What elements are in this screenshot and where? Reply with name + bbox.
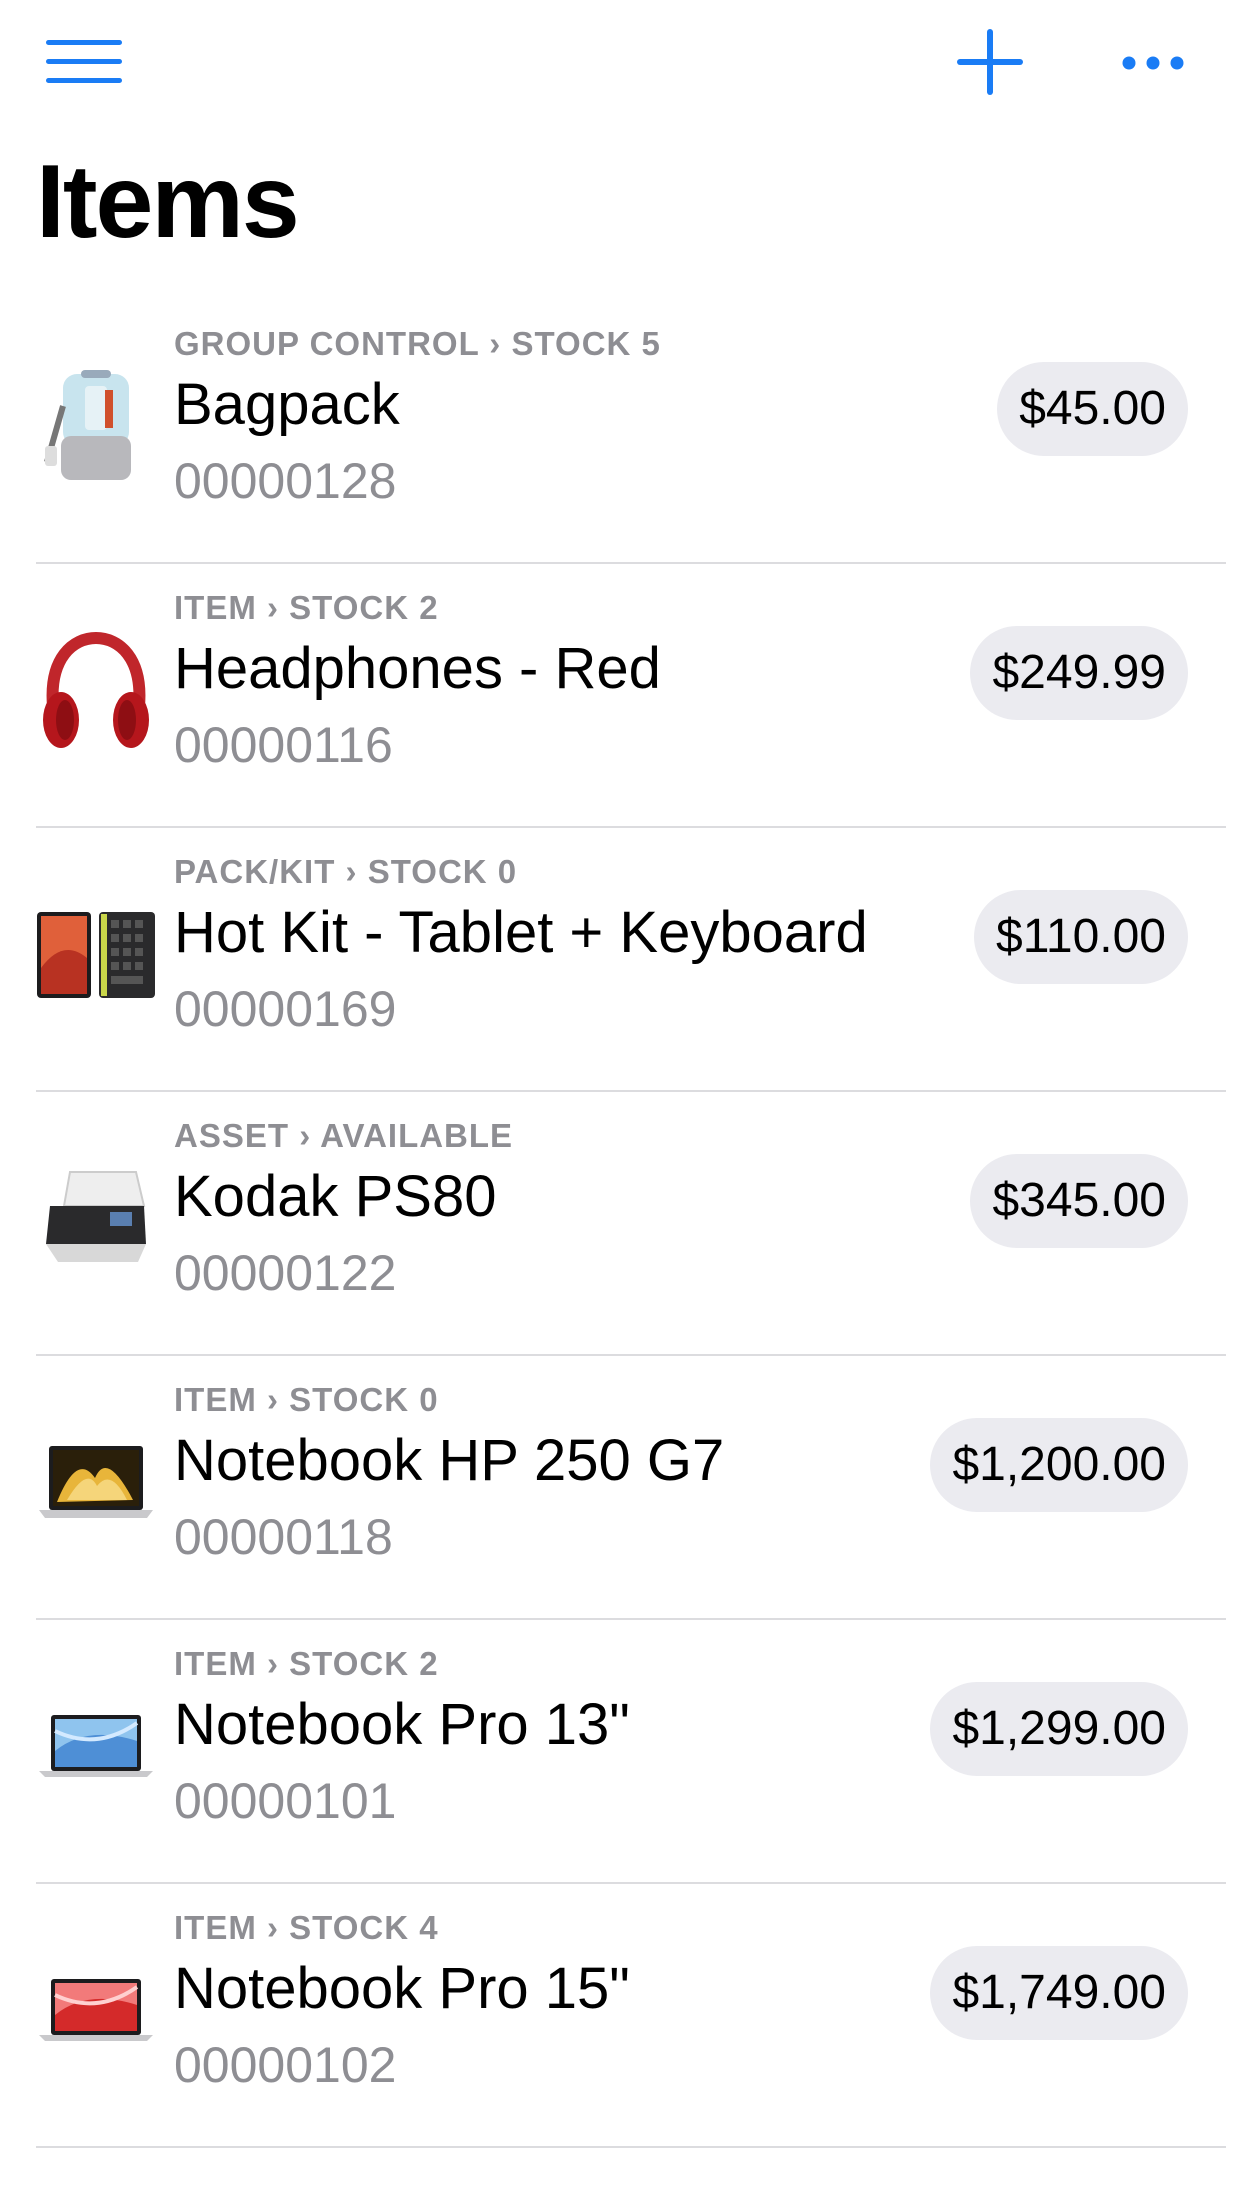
list-item[interactable]: PACK/KIT › STOCK 0 Hot Kit - Tablet + Ke… xyxy=(0,828,1242,1092)
item-thumbnail xyxy=(34,1944,158,2076)
item-category: GROUP CONTROL › STOCK 5 xyxy=(174,325,661,362)
item-name: Headphones - Red xyxy=(174,636,661,701)
more-options-button[interactable] xyxy=(1110,30,1196,96)
item-category: ASSET › AVAILABLE xyxy=(174,1117,514,1154)
backpack-image xyxy=(44,370,131,480)
price-badge: $249.99 xyxy=(970,626,1188,720)
list-item[interactable]: ITEM › STOCK 2 Headphones - Red 00000116… xyxy=(0,564,1242,828)
menu-button[interactable] xyxy=(36,24,132,100)
item-thumbnail xyxy=(34,888,158,1020)
price-badge: $1,200.00 xyxy=(930,1418,1188,1512)
items-list: GROUP CONTROL › STOCK 5 Bagpack 00000128… xyxy=(0,300,1242,2148)
item-category: ITEM › STOCK 4 xyxy=(174,1909,439,1946)
gold-laptop-image xyxy=(39,1446,153,1518)
list-item[interactable]: ITEM › STOCK 4 Notebook Pro 15" 00000102… xyxy=(0,1884,1242,2148)
ellipsis-icon xyxy=(1122,56,1184,70)
blue-laptop-image xyxy=(39,1715,153,1777)
price-badge: $110.00 xyxy=(974,890,1188,984)
item-thumbnail xyxy=(34,1416,158,1548)
item-category: ITEM › STOCK 0 xyxy=(174,1381,439,1418)
item-thumbnail xyxy=(34,360,158,492)
list-item[interactable]: GROUP CONTROL › STOCK 5 Bagpack 00000128… xyxy=(0,300,1242,564)
price-badge: $1,299.00 xyxy=(930,1682,1188,1776)
item-code: 00000102 xyxy=(174,2037,397,2093)
item-name: Notebook Pro 15" xyxy=(174,1956,630,2021)
price-badge: $45.00 xyxy=(997,362,1188,456)
price-badge: $1,749.00 xyxy=(930,1946,1188,2040)
list-item[interactable]: ITEM › STOCK 0 Notebook HP 250 G7 000001… xyxy=(0,1356,1242,1620)
item-code: 00000118 xyxy=(174,1509,393,1565)
item-name: Bagpack xyxy=(174,372,400,437)
item-code: 00000122 xyxy=(174,1245,397,1301)
list-item[interactable]: ASSET › AVAILABLE Kodak PS80 00000122 $3… xyxy=(0,1092,1242,1356)
red-headphones-image xyxy=(43,631,149,748)
item-name: Notebook HP 250 G7 xyxy=(174,1428,725,1493)
tablet-keyboard-image xyxy=(37,912,155,998)
item-thumbnail xyxy=(34,1152,158,1284)
item-code: 00000101 xyxy=(174,1773,397,1829)
item-thumbnail xyxy=(34,1680,158,1812)
item-name: Kodak PS80 xyxy=(174,1164,497,1229)
hamburger-menu-icon xyxy=(46,40,122,83)
item-name: Notebook Pro 13" xyxy=(174,1692,630,1757)
item-code: 00000116 xyxy=(174,717,393,773)
red-laptop-image xyxy=(39,1979,153,2041)
navigation-bar xyxy=(0,0,1242,130)
scanner-image xyxy=(46,1171,146,1262)
add-item-button[interactable] xyxy=(948,20,1032,104)
row-divider xyxy=(36,2146,1226,2148)
price-badge: $345.00 xyxy=(970,1154,1188,1248)
item-category: ITEM › STOCK 2 xyxy=(174,1645,439,1682)
page-title: Items xyxy=(36,144,300,260)
item-category: ITEM › STOCK 2 xyxy=(174,589,439,626)
item-category: PACK/KIT › STOCK 0 xyxy=(174,853,518,890)
item-code: 00000169 xyxy=(174,981,397,1037)
item-name: Hot Kit - Tablet + Keyboard xyxy=(174,900,868,965)
item-thumbnail xyxy=(34,624,158,756)
item-code: 00000128 xyxy=(174,453,397,509)
plus-icon xyxy=(957,29,1023,95)
list-item[interactable]: ITEM › STOCK 2 Notebook Pro 13" 00000101… xyxy=(0,1620,1242,1884)
